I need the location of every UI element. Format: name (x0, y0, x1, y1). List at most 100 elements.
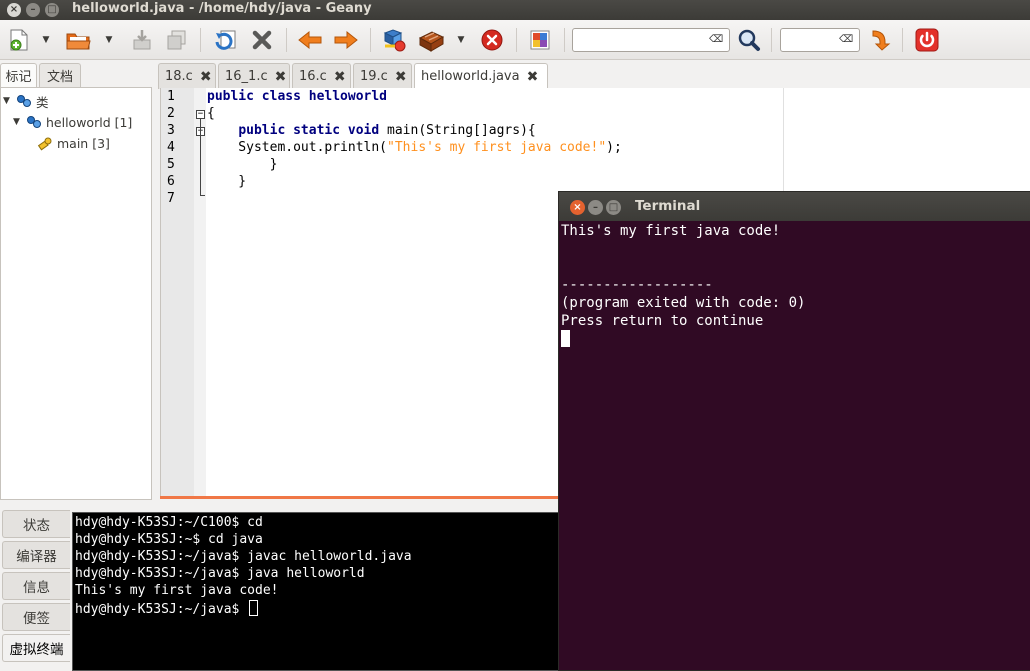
reload-icon (215, 30, 236, 50)
tab-label: 16_1.c (225, 69, 268, 84)
tab-file-19c[interactable]: 19.c ✖ (353, 63, 412, 89)
save-all-button[interactable] (164, 26, 190, 54)
editor-tabs: 18.c ✖ 16_1.c ✖ 16.c ✖ 19.c ✖ helloworld… (158, 61, 1030, 89)
tab-compiler[interactable]: 编译器 (2, 541, 70, 569)
goto-clear-icon[interactable]: ⌫ (839, 34, 853, 46)
tab-file-16-1c[interactable]: 16_1.c ✖ (218, 63, 290, 89)
code-line-1: public class helloworld (207, 89, 387, 104)
symbol-tree: ▼ 类 ▼ helloworld [1] main [3] (0, 87, 152, 500)
save-icon (133, 30, 151, 50)
goto-line-button[interactable] (866, 26, 892, 54)
reload-button[interactable] (212, 26, 240, 54)
class-group-icon (17, 95, 31, 107)
toolbar-separator (902, 28, 903, 52)
tab-label: 19.c (360, 69, 388, 84)
tab-close-icon[interactable]: ✖ (334, 69, 346, 85)
tab-terminal[interactable]: 虚拟终端 (2, 634, 70, 662)
tab-close-icon[interactable]: ✖ (200, 69, 212, 85)
open-file-button[interactable] (64, 26, 94, 54)
new-file-dropdown-icon[interactable]: ▼ (41, 32, 51, 48)
open-file-dropdown-icon[interactable]: ▼ (104, 32, 114, 48)
new-file-button[interactable] (6, 26, 32, 54)
tab-documents[interactable]: 文档 (39, 63, 81, 87)
navigate-back-button[interactable] (296, 26, 324, 54)
terminal-prompt-line: hdy@hdy-K53SJ:~/java$ (75, 600, 259, 617)
build-brick-icon (418, 31, 445, 52)
save-button[interactable] (129, 26, 155, 54)
tree-item-main[interactable]: main [3] (37, 133, 110, 153)
tree-item-helloworld[interactable]: ▼ helloworld [1] (13, 112, 132, 132)
build-dropdown-icon[interactable]: ▼ (456, 32, 466, 48)
code-text: System.out.println( (207, 140, 388, 155)
terminal-cursor (249, 600, 259, 616)
color-chooser-button[interactable] (526, 26, 554, 54)
compile-button[interactable] (380, 26, 408, 54)
close-file-button[interactable] (248, 26, 276, 54)
geany-screen: × – □ helloworld.java - /home/hdy/java -… (0, 0, 1030, 671)
search-button[interactable] (736, 26, 762, 54)
search-clear-icon[interactable]: ⌫ (709, 34, 723, 46)
color-palette-icon (530, 30, 550, 50)
fold-line (200, 119, 201, 195)
tab-messages[interactable]: 信息 (2, 572, 70, 600)
tree-item-classes[interactable]: ▼ 类 (3, 91, 49, 111)
build-button[interactable] (416, 26, 446, 54)
tab-close-icon[interactable]: ✖ (395, 69, 407, 85)
tab-file-18c[interactable]: 18.c ✖ (158, 63, 216, 89)
arrow-left-icon (298, 30, 322, 50)
terminal-output-line: This's my first java code! (561, 223, 781, 239)
tab-close-icon[interactable]: ✖ (275, 69, 287, 85)
stop-button[interactable] (478, 26, 506, 54)
terminal-window[interactable]: × – □ Terminal This's my first java code… (558, 191, 1030, 671)
line-number: 1 (167, 89, 175, 104)
window-minimize-button[interactable]: – (26, 3, 40, 17)
arrow-right-icon (334, 30, 358, 50)
tab-close-icon[interactable]: ✖ (527, 69, 539, 85)
code-line-4: System.out.println("This's my first java… (207, 140, 622, 155)
code-line-5: } (207, 157, 278, 172)
terminal-output-line: hdy@hdy-K53SJ:~/java$ java helloworld (75, 566, 365, 581)
terminal-output-line: ------------------ (561, 277, 713, 293)
tab-scribble[interactable]: 便签 (2, 603, 70, 631)
terminal-maximize-button[interactable]: □ (606, 200, 621, 215)
search-input[interactable]: ⌫ (572, 28, 730, 52)
fold-collapse-icon[interactable]: − (196, 110, 205, 119)
tab-label: 16.c (299, 69, 327, 84)
line-number: 5 (167, 157, 175, 172)
tab-symbols[interactable]: 标记 (0, 63, 37, 87)
quit-button[interactable] (912, 26, 942, 54)
code-string: "This's my first java code!" (387, 140, 607, 155)
navigate-forward-button[interactable] (332, 26, 360, 54)
terminal-output-line: hdy@hdy-K53SJ:~/java$ javac helloworld.j… (75, 549, 412, 564)
folder-open-icon (66, 33, 91, 50)
terminal-output-line: This's my first java code! (75, 583, 279, 598)
line-number: 2 (167, 106, 175, 121)
terminal-titlebar[interactable]: × – □ Terminal (559, 192, 1030, 221)
close-icon (252, 30, 272, 50)
window-close-button[interactable]: × (7, 3, 21, 17)
code-keyword: public static void (238, 123, 380, 138)
tree-item-label: main [3] (57, 135, 110, 151)
compile-icon (383, 29, 406, 52)
embedded-terminal[interactable]: hdy@hdy-K53SJ:~/C100$ cd hdy@hdy-K53SJ:~… (72, 512, 562, 671)
line-number: 7 (167, 191, 175, 206)
terminal-cursor (561, 330, 570, 347)
tab-file-16c[interactable]: 16.c ✖ (292, 63, 351, 89)
tree-item-label: 类 (36, 94, 49, 110)
terminal-output-line: hdy@hdy-K53SJ:~$ cd java (75, 532, 263, 547)
terminal-output-line: hdy@hdy-K53SJ:~/C100$ cd (75, 515, 263, 530)
search-icon (738, 29, 760, 51)
message-window-tabs: 状态 编译器 信息 便签 虚拟终端 (0, 509, 72, 671)
tab-file-helloworld-java[interactable]: helloworld.java ✖ (414, 63, 548, 89)
code-keyword: public class helloworld (207, 89, 388, 104)
terminal-output-line: Press return to continue (561, 313, 764, 329)
class-icon (27, 116, 41, 128)
line-number: 6 (167, 174, 175, 189)
tab-status[interactable]: 状态 (2, 510, 70, 538)
terminal-close-button[interactable]: × (570, 200, 585, 215)
expander-icon[interactable]: ▼ (3, 96, 13, 106)
terminal-minimize-button[interactable]: – (588, 200, 603, 215)
goto-line-input[interactable]: ⌫ (780, 28, 860, 52)
window-maximize-button[interactable]: □ (45, 3, 59, 17)
expander-icon[interactable]: ▼ (13, 117, 23, 127)
